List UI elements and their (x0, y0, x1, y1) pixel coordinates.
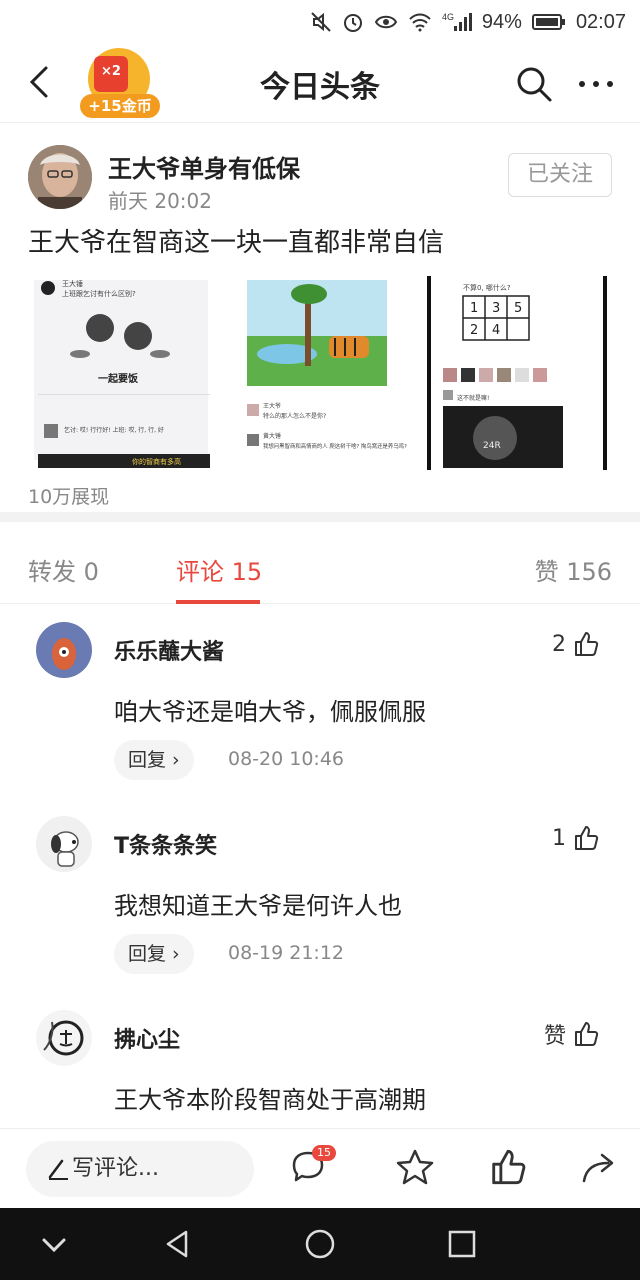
commenter-avatar[interactable] (36, 622, 92, 678)
svg-text:这不就是嘛!: 这不就是嘛! (457, 394, 489, 402)
comment-text: 王大爷本阶段智商处于高潮期 (114, 1086, 426, 1114)
svg-text:3: 3 (492, 301, 500, 316)
triangle-back-icon (166, 1230, 188, 1258)
reply-button[interactable]: 回复 › (114, 740, 194, 780)
svg-text:4: 4 (492, 323, 500, 338)
active-tab-indicator (176, 600, 260, 604)
svg-text:4G: 4G (442, 12, 454, 22)
alarm-icon (343, 14, 362, 32)
eye-icon (374, 15, 398, 29)
nav-collapse-button[interactable] (36, 1226, 72, 1262)
comment-item: 拂心尘 赞 王大爷本阶段智商处于高潮期 (0, 1010, 640, 1128)
search-icon (517, 67, 552, 102)
comment-like-count: 2 (552, 631, 566, 657)
comment-date: 08-20 10:46 (228, 748, 345, 770)
search-button[interactable] (514, 64, 554, 104)
svg-text:2: 2 (470, 323, 478, 338)
comment-item: 乐乐蘸大酱 2 咱大爷还是咱大爷，佩服佩服 回复 › 08-20 10:46 (0, 622, 640, 792)
reply-button[interactable]: 回复 › (114, 934, 194, 974)
share-arrow-icon (582, 1153, 614, 1183)
commenter-avatar[interactable] (36, 1010, 92, 1066)
comment-like-button[interactable]: 2 (552, 630, 600, 658)
like-button[interactable] (488, 1147, 532, 1191)
svg-text:黄大锤: 黄大锤 (263, 432, 281, 440)
thumbs-up-icon (492, 1149, 526, 1185)
post-image-1[interactable]: 王大锤 上班跟乞讨有什么区别? 一起要饭 乞讨: 哎! 行行好! 上班: 哎, … (28, 276, 218, 470)
svg-text:不算0, 哪什么?: 不算0, 哪什么? (463, 283, 511, 292)
bottom-action-bar: 写评论... 15 (0, 1128, 640, 1208)
svg-text:我想问黑智商和高情商的人 爬这树干啥? 掏鸟窝还是养乌鸡?: 我想问黑智商和高情商的人 爬这树干啥? 掏鸟窝还是养乌鸡? (263, 442, 407, 450)
mute-icon (311, 12, 331, 32)
square-recents-icon (448, 1230, 476, 1258)
nav-recents-button[interactable] (444, 1226, 480, 1262)
status-bar: 4G 94% 02:07 (0, 0, 640, 44)
nav-home-button[interactable] (302, 1226, 338, 1262)
author-avatar[interactable] (28, 145, 92, 209)
svg-text:一起要饭: 一起要饭 (98, 372, 138, 385)
comment-item: T条条条笑 1 我想知道王大爷是何许人也 回复 › 08-19 21:12 (0, 816, 640, 986)
commenter-name[interactable]: 乐乐蘸大酱 (114, 634, 224, 666)
interaction-tabs: 转发 0 评论 15 赞 156 (0, 522, 640, 604)
battery-icon (531, 14, 565, 30)
author-name[interactable]: 王大爷单身有低保 (108, 149, 300, 184)
comment-date: 08-19 21:12 (228, 942, 345, 964)
circle-home-icon (305, 1229, 335, 1259)
post-time: 前天 20:02 (108, 189, 212, 213)
commenter-name[interactable]: T条条条笑 (114, 828, 217, 860)
section-divider (0, 512, 640, 522)
write-comment-input[interactable]: 写评论... (26, 1141, 254, 1197)
svg-text:王大锤: 王大锤 (62, 279, 83, 288)
commenter-name[interactable]: 拂心尘 (114, 1022, 180, 1054)
favorite-button[interactable] (394, 1147, 438, 1191)
wifi-icon (409, 13, 431, 32)
clock: 02:07 (575, 10, 626, 33)
thumbs-up-icon (575, 632, 599, 656)
top-nav: ×2 +15金币 今日头条 (0, 44, 640, 122)
svg-text:乞讨: 哎! 行行好! 上班: 哎, 行, 行, 好: 乞讨: 哎! 行行好! 上班: 哎, 行, 行, 好 (64, 426, 164, 434)
avatar-image (28, 145, 92, 209)
post-image-2[interactable]: 王大爷 特么的那人怎么不是你? 黄大锤 我想问黑智商和高情商的人 爬这树干啥? … (225, 276, 415, 470)
svg-text:24R: 24R (483, 441, 501, 451)
comment-text: 咱大爷还是咱大爷，佩服佩服 (114, 698, 426, 726)
svg-text:特么的那人怎么不是你?: 特么的那人怎么不是你? (263, 412, 326, 420)
post-header: 王大爷单身有低保 前天 20:02 已关注 (0, 122, 640, 222)
post-images: 王大锤 上班跟乞讨有什么区别? 一起要饭 乞讨: 哎! 行行好! 上班: 哎, … (28, 276, 612, 470)
svg-text:上班跟乞讨有什么区别?: 上班跟乞讨有什么区别? (62, 289, 136, 298)
commenter-avatar[interactable] (36, 816, 92, 872)
tab-comment[interactable]: 评论 15 (176, 552, 262, 587)
tab-repost[interactable]: 转发 0 (28, 552, 99, 587)
tab-like[interactable]: 赞 156 (535, 552, 612, 587)
comment-like-label: 赞 (543, 1024, 566, 1049)
comment-like-button[interactable]: 1 (552, 824, 600, 852)
battery-percent: 94% (481, 10, 522, 33)
nav-back-button[interactable] (160, 1226, 196, 1262)
write-comment-placeholder: 写评论... (72, 1156, 159, 1181)
comment-like-count: 1 (552, 825, 566, 851)
comment-count-badge: 15 (312, 1145, 336, 1161)
pencil-icon (48, 1159, 68, 1180)
signal-icon: 4G (442, 12, 472, 31)
comment-text: 我想知道王大爷是何许人也 (114, 892, 402, 920)
comment-like-button[interactable]: 赞 (544, 1018, 600, 1050)
share-button[interactable] (578, 1147, 622, 1191)
more-button[interactable] (574, 64, 618, 104)
star-icon (396, 1149, 434, 1185)
post-text: 王大爷在智商这一块一直都非常自信 (28, 228, 445, 258)
svg-text:王大爷: 王大爷 (263, 402, 281, 410)
thumbs-up-icon (575, 826, 599, 850)
system-nav-bar (0, 1208, 640, 1280)
more-dots-icon (579, 81, 613, 87)
follow-button[interactable]: 已关注 (508, 153, 612, 197)
post-image-3[interactable]: 不算0, 哪什么? 1 3 5 2 4 这不就是嘛! 24R (422, 276, 612, 470)
chevron-down-icon (42, 1238, 66, 1253)
svg-text:1: 1 (470, 301, 478, 316)
view-count: 10万展现 (28, 486, 110, 508)
svg-text:5: 5 (514, 301, 522, 316)
thumbs-up-icon (575, 1022, 599, 1046)
svg-text:你的智商有多高: 你的智商有多高 (132, 457, 181, 466)
